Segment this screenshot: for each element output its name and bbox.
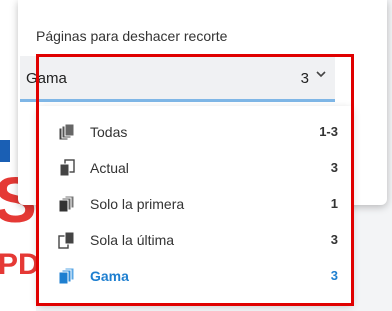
option-label: Todas [90, 124, 128, 140]
select-value-count: 3 [300, 70, 309, 87]
first-page-icon [58, 195, 75, 213]
option-solo-primera[interactable]: Solo la primera 1 [38, 186, 352, 222]
option-gama[interactable]: Gama 3 [38, 258, 352, 294]
option-sola-ultima[interactable]: Sola la última 3 [38, 222, 352, 258]
range-pages-icon [58, 267, 75, 285]
last-page-icon [58, 231, 75, 249]
option-count: 3 [330, 268, 338, 283]
pages-dropdown-list: Todas 1-3 Actual 3 Solo la primera 1 Sol… [38, 106, 352, 303]
select-value-label: Gama [26, 70, 67, 87]
option-label: Solo la primera [90, 196, 185, 212]
pages-select[interactable]: Gama 3 [20, 56, 335, 102]
option-count: 1-3 [319, 124, 338, 139]
chevron-down-icon [316, 71, 326, 78]
option-actual[interactable]: Actual 3 [38, 150, 352, 186]
option-todas[interactable]: Todas 1-3 [38, 114, 352, 150]
option-count: 1 [330, 196, 338, 211]
pages-stack-icon [58, 123, 75, 141]
option-count: 3 [330, 160, 338, 175]
option-label: Actual [90, 160, 129, 176]
option-label: Sola la última [90, 232, 175, 248]
option-count: 3 [330, 232, 338, 247]
popover-title: Páginas para deshacer recorte [36, 28, 228, 44]
background-blue-band [0, 140, 10, 162]
option-label: Gama [90, 268, 129, 284]
current-page-icon [59, 159, 75, 177]
